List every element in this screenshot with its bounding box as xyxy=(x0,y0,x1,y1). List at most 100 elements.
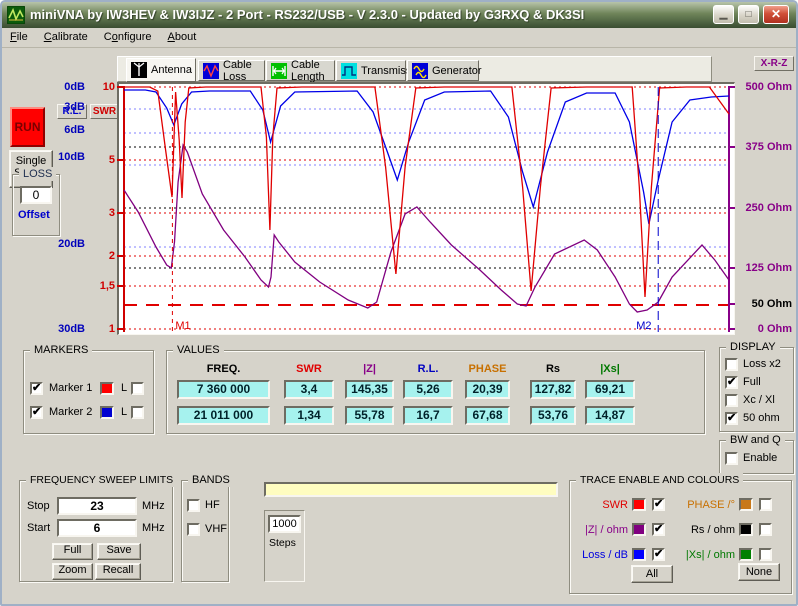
save-range-button[interactable]: Save xyxy=(97,543,141,560)
run-button[interactable]: RUN xyxy=(10,107,45,147)
display-lossx2-checkbox[interactable] xyxy=(725,358,738,371)
sweep-progress-bar xyxy=(264,482,558,497)
trace-none-button[interactable]: None xyxy=(738,563,780,581)
minimize-button[interactable]: ▁ xyxy=(713,5,734,24)
antenna-icon xyxy=(131,62,147,78)
tab-generator[interactable]: Generator xyxy=(407,60,482,81)
marker1-lock-checkbox[interactable] xyxy=(131,382,144,395)
stop-unit-label: MHz xyxy=(142,500,165,512)
value-m1-rl: 5,26 xyxy=(403,380,453,399)
marker2-enable-checkbox[interactable] xyxy=(30,405,43,419)
tab-cable-length[interactable]: Cable Length xyxy=(266,58,335,83)
trace-z-swatch[interactable] xyxy=(632,523,646,536)
tab-transmission[interactable]: Transmission xyxy=(336,60,426,81)
app-window: miniVNA by IW3HEV & IW3IJZ - 2 Port - RS… xyxy=(0,0,798,606)
bands-group: BANDS HF VHF xyxy=(181,473,234,582)
marker1-label: Marker 1 xyxy=(49,382,93,394)
axis-tick-label: 2 xyxy=(108,250,115,262)
markers-group-title: MARKERS xyxy=(30,343,93,357)
swr-axis-labels: 10 5 3 2 1,5 1 xyxy=(94,81,117,335)
display-lossx2-label: Loss x2 xyxy=(743,358,781,370)
display-full-checkbox[interactable] xyxy=(725,375,738,389)
axis-tick-label: 50 Ohm xyxy=(751,298,792,310)
value-m2-freq: 21 011 000 xyxy=(177,406,270,425)
value-m2-rl: 16,7 xyxy=(403,406,453,425)
marker2-lock-checkbox[interactable] xyxy=(131,406,144,419)
display-group: DISPLAY Loss x2 Full Xc / Xl 50 ohm xyxy=(719,340,794,432)
display-xcxl-checkbox[interactable] xyxy=(725,394,738,407)
window-title: miniVNA by IW3HEV & IW3IJZ - 2 Port - RS… xyxy=(30,7,585,22)
maximize-button[interactable]: □ xyxy=(738,5,759,24)
chart-canvas: M1 M2 xyxy=(117,86,735,332)
trace-xs-checkbox[interactable] xyxy=(759,548,772,561)
sweep-group-title: FREQUENCY SWEEP LIMITS xyxy=(26,473,178,487)
trace-xs-label: |Xs| / ohm xyxy=(685,549,735,561)
mode-tabstrip: Antenna Cable Loss Cable Length Transmis… xyxy=(117,56,712,83)
full-range-button[interactable]: Full xyxy=(52,543,93,560)
value-m2-z: 55,78 xyxy=(345,406,394,425)
steps-input[interactable]: 1000 xyxy=(268,515,301,533)
start-label: Start xyxy=(27,522,51,534)
marker1-color-swatch[interactable] xyxy=(100,382,114,395)
bw-group-title: BW and Q xyxy=(726,433,785,447)
value-m1-xs: 69,21 xyxy=(585,380,635,399)
bands-group-title: BANDS xyxy=(188,473,234,487)
tab-label: Antenna xyxy=(151,64,192,76)
trace-z-checkbox[interactable] xyxy=(652,522,665,536)
impedance-axis-labels: 500 Ohm 375 Ohm 250 Ohm 125 Ohm 50 Ohm 0 Ohm xyxy=(736,81,794,335)
menu-bar: File Calibrate Configure About xyxy=(2,28,796,48)
bw-enable-checkbox[interactable] xyxy=(725,452,738,465)
menu-configure[interactable]: Configure xyxy=(96,28,160,43)
close-button[interactable]: ✕ xyxy=(763,5,789,24)
axis-tick-label: 250 Ohm xyxy=(745,202,792,214)
values-header-z: |Z| xyxy=(363,363,376,375)
value-m1-phase: 20,39 xyxy=(465,380,510,399)
bw-and-q-group: BW and Q Enable xyxy=(719,433,794,474)
trace-phase-swatch[interactable] xyxy=(739,498,753,511)
menu-file[interactable]: File xyxy=(2,28,36,43)
sweep-limits-group: FREQUENCY SWEEP LIMITS Stop 23 MHz Start… xyxy=(19,473,178,582)
start-freq-input[interactable]: 6 xyxy=(57,519,137,537)
marker2-color-swatch[interactable] xyxy=(100,406,114,419)
recall-range-button[interactable]: Recall xyxy=(95,563,141,580)
trace-all-button[interactable]: All xyxy=(631,565,673,583)
display-50ohm-checkbox[interactable] xyxy=(725,411,738,425)
transmission-icon xyxy=(341,62,357,79)
stop-label: Stop xyxy=(27,500,50,512)
value-m2-xs: 14,87 xyxy=(585,406,635,425)
client-area: © tarni.hu RUN Single Sweep R.L. SWR LOS… xyxy=(2,49,796,604)
trace-rs-swatch[interactable] xyxy=(739,523,753,536)
trace-loss-checkbox[interactable] xyxy=(652,547,665,561)
series-lossdb xyxy=(124,89,730,225)
axis-tick-label: 500 Ohm xyxy=(745,81,792,93)
trace-swr-swatch[interactable] xyxy=(632,498,646,511)
values-header-phase: PHASE xyxy=(468,363,507,375)
tab-label: Cable Length xyxy=(291,58,325,83)
tab-label: Generator xyxy=(432,64,482,77)
display-50ohm-label: 50 ohm xyxy=(743,412,780,424)
menu-about[interactable]: About xyxy=(160,28,205,43)
band-vhf-label: VHF xyxy=(205,523,227,535)
stop-freq-input[interactable]: 23 xyxy=(57,497,137,515)
values-header-rl: R.L. xyxy=(417,363,439,375)
band-vhf-checkbox[interactable] xyxy=(187,523,200,536)
trace-group: TRACE ENABLE AND COLOURS SWR |Z| / ohm L… xyxy=(569,473,792,594)
values-header-freq: FREQ. xyxy=(206,363,241,375)
trace-xs-swatch[interactable] xyxy=(739,548,753,561)
trace-swr-checkbox[interactable] xyxy=(652,497,665,511)
trace-rs-checkbox[interactable] xyxy=(759,523,772,536)
axis-tick-label: 10dB xyxy=(58,151,85,163)
xrz-axis-tab[interactable]: X-R-Z xyxy=(754,56,794,71)
tab-cable-loss[interactable]: Cable Loss xyxy=(198,59,265,83)
trace-loss-swatch[interactable] xyxy=(632,548,646,561)
trace-phase-checkbox[interactable] xyxy=(759,498,772,511)
value-m2-swr: 1,34 xyxy=(284,406,334,425)
chart-plot-area[interactable]: M1 M2 xyxy=(117,82,735,335)
tab-antenna[interactable]: Antenna xyxy=(126,58,196,82)
display-full-label: Full xyxy=(743,376,761,388)
marker1-enable-checkbox[interactable] xyxy=(30,381,43,395)
return-loss-axis-labels: 0dB 3dB 6dB 10dB 20dB 30dB xyxy=(41,81,87,335)
band-hf-checkbox[interactable] xyxy=(187,499,200,512)
zoom-range-button[interactable]: Zoom xyxy=(52,563,93,580)
menu-calibrate[interactable]: Calibrate xyxy=(36,28,96,43)
